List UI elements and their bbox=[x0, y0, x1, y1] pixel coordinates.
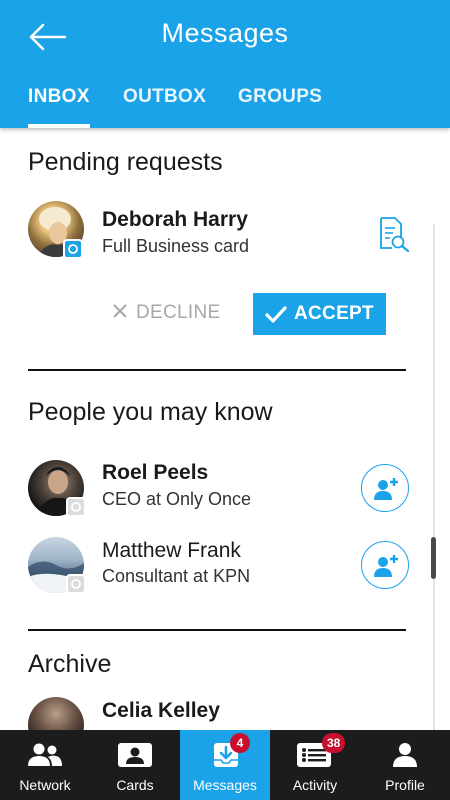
nav-label: Cards bbox=[116, 777, 154, 793]
scrollbar-track bbox=[433, 224, 435, 730]
verified-badge-icon bbox=[63, 239, 83, 259]
unverified-badge-icon bbox=[66, 574, 86, 594]
archive-heading: Archive bbox=[28, 650, 112, 678]
scrollbar-thumb[interactable] bbox=[431, 537, 436, 579]
tab-outbox[interactable]: OUTBOX bbox=[123, 86, 206, 108]
app-header: Messages INBOX OUTBOX GROUPS bbox=[0, 0, 450, 128]
add-person-icon bbox=[374, 478, 398, 500]
tab-groups[interactable]: GROUPS bbox=[238, 86, 322, 108]
nav-messages[interactable]: 4 Messages bbox=[180, 730, 270, 800]
decline-button[interactable]: DECLINE bbox=[112, 302, 220, 324]
card-icon bbox=[118, 743, 152, 767]
nav-label: Profile bbox=[385, 777, 425, 793]
active-tab-indicator bbox=[28, 124, 90, 128]
section-divider bbox=[28, 369, 406, 371]
view-card-icon[interactable] bbox=[378, 216, 410, 253]
nav-cards[interactable]: Cards bbox=[90, 730, 180, 800]
request-name[interactable]: Deborah Harry bbox=[102, 208, 248, 232]
decline-label: DECLINE bbox=[136, 302, 221, 323]
page-title: Messages bbox=[161, 18, 289, 48]
archive-name[interactable]: Celia Kelley bbox=[102, 699, 220, 723]
add-contact-button[interactable] bbox=[361, 464, 409, 512]
suggestion-subtitle: CEO at Only Once bbox=[102, 489, 252, 509]
nav-label: Network bbox=[19, 777, 71, 793]
request-subtitle: Full Business card bbox=[102, 236, 250, 256]
people-you-may-know-heading: People you may know bbox=[28, 398, 273, 426]
nav-network[interactable]: Network bbox=[0, 730, 90, 800]
person-icon bbox=[393, 743, 417, 767]
section-divider bbox=[28, 629, 406, 631]
suggestion-name[interactable]: Roel Peels bbox=[102, 461, 208, 485]
unread-count-badge: 4 bbox=[230, 733, 250, 753]
accept-label: ACCEPT bbox=[294, 303, 374, 324]
nav-activity[interactable]: 38 Activity bbox=[270, 730, 360, 800]
avatar[interactable] bbox=[28, 697, 84, 730]
pending-requests-heading: Pending requests bbox=[28, 148, 223, 176]
nav-profile[interactable]: Profile bbox=[360, 730, 450, 800]
tab-bar: INBOX OUTBOX GROUPS bbox=[0, 86, 450, 128]
nav-label: Messages bbox=[193, 777, 257, 793]
messages-content: Pending requests Deborah Harry Full Busi… bbox=[0, 128, 450, 730]
tab-inbox[interactable]: INBOX bbox=[28, 86, 90, 108]
accept-button[interactable]: ACCEPT bbox=[253, 293, 386, 335]
add-contact-button[interactable] bbox=[361, 541, 409, 589]
nav-label: Activity bbox=[292, 777, 338, 793]
add-person-icon bbox=[374, 555, 398, 577]
checkmark-icon bbox=[265, 306, 287, 323]
close-icon bbox=[113, 304, 127, 318]
people-icon bbox=[28, 743, 62, 766]
unverified-badge-icon bbox=[66, 497, 86, 517]
suggestion-subtitle: Consultant at KPN bbox=[102, 566, 251, 586]
activity-count-badge: 38 bbox=[322, 733, 346, 753]
bottom-navigation: Network Cards 4 Messages 38 Activity Pro… bbox=[0, 730, 450, 800]
suggestion-name[interactable]: Matthew Frank bbox=[102, 539, 241, 563]
